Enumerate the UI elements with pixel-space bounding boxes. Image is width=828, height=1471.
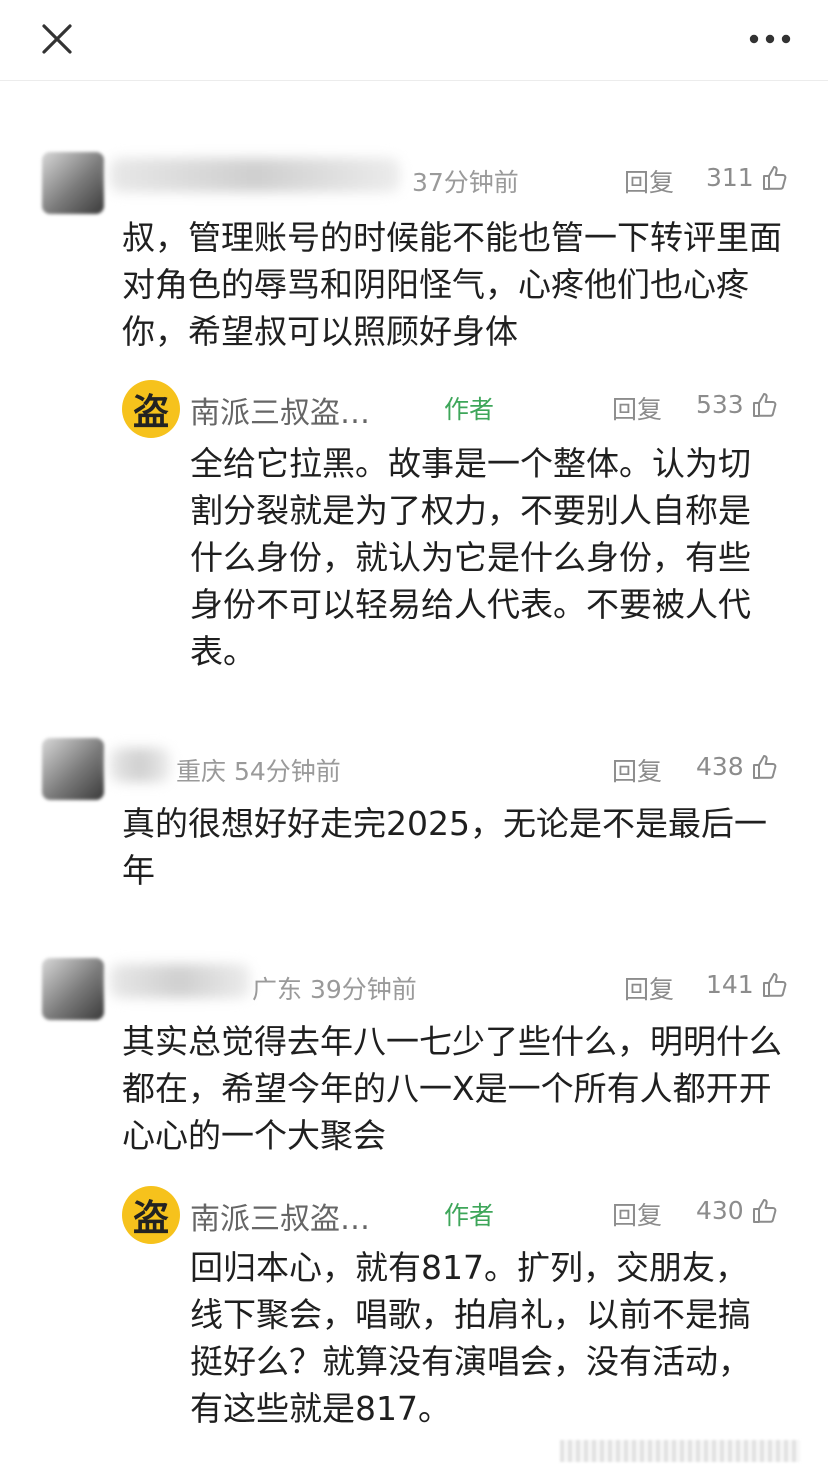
- username-blurred[interactable]: [110, 964, 250, 998]
- author-tag: 作者: [444, 1201, 495, 1230]
- author-reply-text: 回归本心，就有817。扩列，交朋友，线下聚会，唱歌，拍肩礼，以前不是搞挺好么？就…: [190, 1248, 751, 1428]
- thumbs-up-icon: [752, 1198, 777, 1223]
- like-button[interactable]: 438: [696, 752, 778, 781]
- comment-text: 其实总觉得去年八一七少了些什么，明明什么都在，希望今年的八一X是一个所有人都开开…: [122, 1022, 782, 1155]
- like-count: 141: [706, 970, 754, 999]
- reply-button[interactable]: 回复: [612, 752, 662, 788]
- like-count: 438: [696, 752, 744, 781]
- like-count: 430: [696, 1196, 744, 1225]
- thumbs-up-icon: [762, 972, 787, 997]
- comment-meta: 37分钟前: [412, 168, 519, 197]
- watermark: [560, 1440, 800, 1462]
- like-button[interactable]: 311: [706, 163, 788, 192]
- author-reply-text: 全给它拉黑。故事是一个整体。认为切割分裂就是为了权力，不要别人自称是什么身份，就…: [190, 444, 751, 671]
- avatar[interactable]: [42, 738, 104, 800]
- author-avatar[interactable]: 盗: [122, 1186, 180, 1244]
- close-icon[interactable]: [36, 18, 78, 60]
- username-blurred[interactable]: [110, 748, 170, 782]
- author-avatar[interactable]: 盗: [122, 380, 180, 438]
- comment-meta: 重庆 54分钟前: [176, 757, 341, 786]
- thumbs-up-icon: [752, 754, 777, 779]
- author-name[interactable]: 南派三叔盗…: [190, 1194, 370, 1238]
- like-button[interactable]: 141: [706, 970, 788, 999]
- like-count: 311: [706, 163, 754, 192]
- avatar[interactable]: [42, 152, 104, 214]
- comment-text: 叔，管理账号的时候能不能也管一下转评里面对角色的辱骂和阴阳怪气，心疼他们也心疼你…: [122, 218, 782, 351]
- reply-button[interactable]: 回复: [624, 970, 674, 1006]
- thumbs-up-icon: [752, 392, 777, 417]
- like-button[interactable]: 430: [696, 1196, 778, 1225]
- like-count: 533: [696, 390, 744, 419]
- more-icon[interactable]: [748, 24, 792, 54]
- thumbs-up-icon: [762, 165, 787, 190]
- author-tag: 作者: [444, 395, 495, 424]
- comment-meta: 广东 39分钟前: [252, 975, 417, 1004]
- username-blurred[interactable]: [110, 158, 400, 192]
- author-name[interactable]: 南派三叔盗…: [190, 388, 370, 432]
- like-button[interactable]: 533: [696, 390, 778, 419]
- comment-text: 真的很想好好走完2025，无论是不是最后一年: [122, 804, 767, 890]
- reply-button[interactable]: 回复: [612, 1196, 662, 1232]
- reply-button[interactable]: 回复: [624, 163, 674, 199]
- top-bar: [0, 0, 828, 81]
- reply-button[interactable]: 回复: [612, 390, 662, 426]
- avatar[interactable]: [42, 958, 104, 1020]
